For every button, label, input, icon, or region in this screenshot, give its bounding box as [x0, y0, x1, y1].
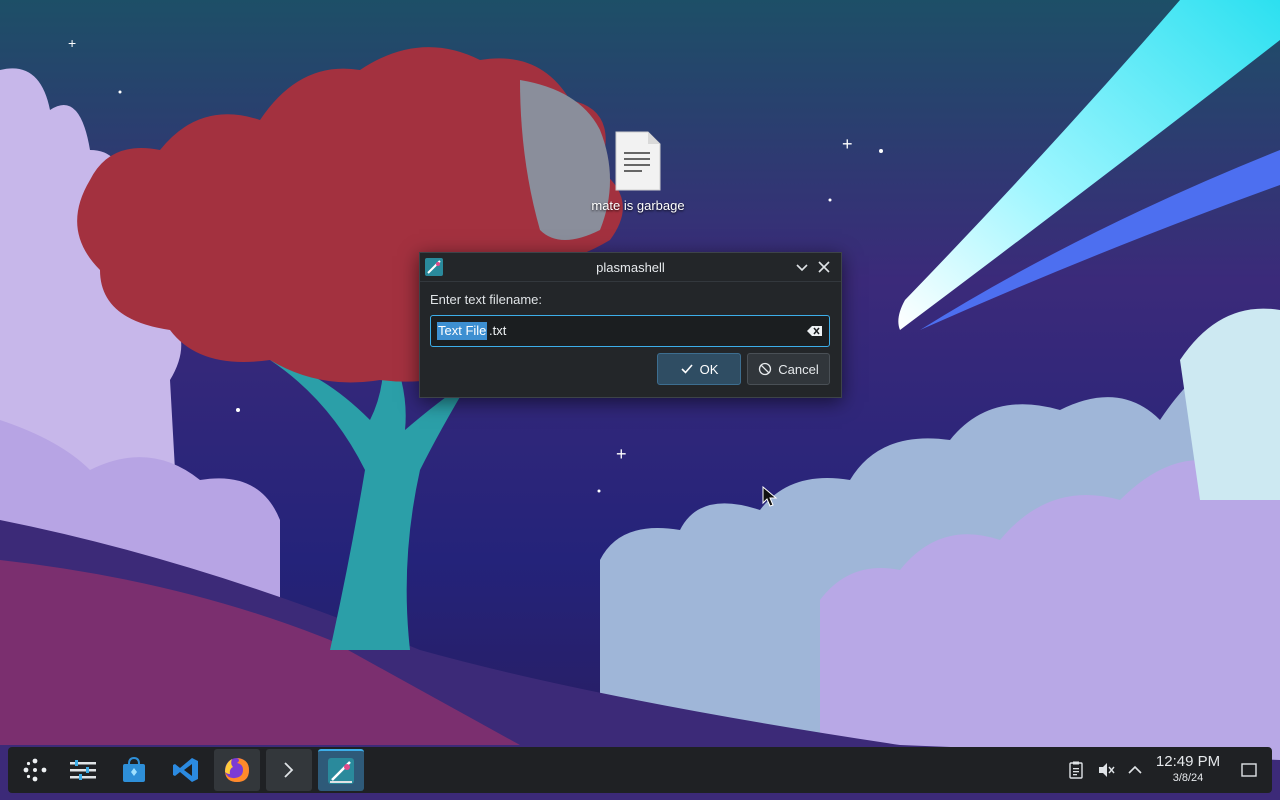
checkmark-icon [681, 364, 693, 374]
show-desktop-button[interactable] [1236, 747, 1262, 793]
digital-clock[interactable]: 12:49 PM 3/8/24 [1148, 753, 1228, 785]
clock-date: 3/8/24 [1172, 772, 1204, 784]
clock-time: 12:49 PM [1155, 753, 1221, 770]
dialog-title: plasmashell [596, 260, 665, 275]
filename-extension-text[interactable]: .txt [489, 322, 506, 340]
cancel-button-label: Cancel [778, 361, 819, 377]
chevron-up-icon [1128, 765, 1142, 774]
ok-button[interactable]: OK [657, 353, 741, 385]
taskbar-item-system-settings[interactable] [60, 749, 106, 791]
svg-text:+: + [842, 134, 853, 154]
settings-sliders-icon [70, 760, 96, 780]
ok-button-label: OK [699, 361, 719, 377]
store-bag-icon [123, 756, 145, 782]
taskbar-item-discover[interactable] [111, 749, 157, 791]
tray-clipboard[interactable] [1064, 747, 1088, 793]
dialog-prompt: Enter text filename: [430, 292, 542, 307]
volume-muted-icon [1099, 763, 1115, 777]
desktop-file-label: mate is garbage [591, 198, 685, 213]
chevron-down-icon[interactable] [793, 258, 811, 276]
text-file-icon [615, 131, 661, 191]
terminal-icon [284, 762, 294, 778]
filename-input[interactable]: Text File .txt [430, 315, 830, 347]
kde-launcher-icon [23, 758, 47, 782]
desktop-file-item[interactable]: mate is garbage [584, 130, 692, 213]
taskbar-item-konsole[interactable] [266, 749, 312, 791]
vscode-icon [173, 758, 198, 782]
dialog-titlebar[interactable]: plasmashell [420, 253, 841, 282]
firefox-icon [225, 758, 249, 782]
tray-volume[interactable] [1094, 747, 1118, 793]
taskbar-item-plasmashell[interactable] [318, 749, 364, 791]
plasmashell-icon [328, 758, 354, 784]
svg-text:+: + [68, 35, 76, 51]
desktop-wallpaper: + + + [0, 0, 1280, 800]
cancel-button[interactable]: Cancel [747, 353, 830, 385]
taskbar-panel: 12:49 PM 3/8/24 [8, 747, 1272, 793]
filename-selected-text[interactable]: Text File [437, 322, 488, 340]
show-desktop-icon [1241, 763, 1257, 777]
clipboard-icon [1069, 761, 1083, 779]
cancel-icon [759, 362, 772, 376]
filename-dialog: plasmashell Enter text filename: Text Fi… [419, 252, 842, 398]
mouse-cursor-icon [762, 486, 778, 507]
taskbar-item-application-launcher[interactable] [12, 749, 58, 791]
close-icon[interactable] [815, 258, 833, 276]
clear-text-icon[interactable] [806, 322, 824, 340]
tray-expand[interactable] [1123, 747, 1147, 793]
svg-text:+: + [616, 444, 627, 464]
taskbar-item-firefox[interactable] [214, 749, 260, 791]
taskbar-item-vscode[interactable] [163, 749, 209, 791]
